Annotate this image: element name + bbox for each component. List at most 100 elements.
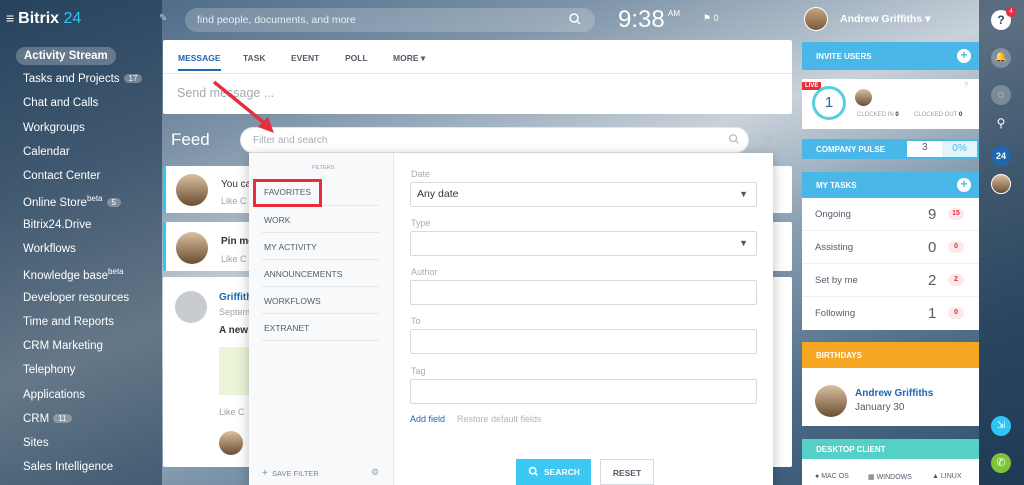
bell-icon[interactable]: 🔔 — [991, 48, 1011, 68]
edit-icon[interactable]: ✎ — [159, 13, 167, 24]
divider — [163, 73, 792, 74]
birthday-date: January 30 — [855, 402, 905, 413]
like-link[interactable]: Like C — [219, 407, 245, 417]
search-icon[interactable] — [568, 12, 582, 26]
divider — [802, 296, 979, 297]
user-avatar[interactable] — [804, 7, 828, 31]
tab-event[interactable]: EVENT — [291, 53, 319, 63]
tag-field[interactable] — [410, 379, 757, 404]
filters-header: FILTERS — [312, 165, 335, 171]
apple-icon: ● — [815, 473, 820, 480]
sidebar-item-crm-marketing[interactable]: CRM Marketing — [23, 340, 103, 352]
task-badge: 15 — [948, 208, 964, 220]
linux-link[interactable]: ▲ LINUX — [932, 473, 962, 480]
help-badge: 4 — [1006, 7, 1016, 17]
search-input[interactable]: find people, documents, and more — [185, 8, 595, 32]
logo[interactable]: ≡ Bitrix 24 — [6, 10, 81, 28]
preset-my-activity[interactable]: MY ACTIVITY — [264, 242, 317, 252]
gear-icon[interactable]: ⚙ — [371, 467, 379, 478]
like-link[interactable]: Like C — [221, 254, 247, 264]
sidebar-item-sites[interactable]: Sites — [23, 437, 49, 449]
sidebar-item-sales-intelligence[interactable]: Sales Intelligence — [23, 461, 113, 473]
contact-avatar[interactable] — [991, 174, 1011, 194]
my-tasks-bar[interactable]: MY TASKS — [802, 172, 979, 198]
filter-search-input[interactable]: Filter and search — [240, 127, 749, 153]
mac-os-link[interactable]: ● MAC OS — [815, 473, 849, 480]
search-icon — [528, 466, 538, 476]
sidebar-item-workflows[interactable]: Workflows — [23, 243, 76, 255]
to-field[interactable] — [410, 329, 757, 354]
date-select[interactable]: Any date ▼ — [410, 182, 757, 207]
tab-more[interactable]: MORE ▾ — [393, 53, 425, 64]
chevron-down-icon: ▼ — [739, 238, 748, 248]
sidebar-item-online-store[interactable]: Online Storebeta 5 — [23, 194, 121, 209]
birthday-name[interactable]: Andrew Griffiths — [855, 388, 933, 399]
clock-counter[interactable]: 1 — [812, 86, 846, 120]
sidebar-item-tasks[interactable]: Tasks and Projects 17 — [23, 73, 143, 85]
save-filter-button[interactable]: + SAVE FILTER — [262, 468, 319, 479]
sidebar-item-time-reports[interactable]: Time and Reports — [23, 316, 114, 328]
tab-poll[interactable]: POLL — [345, 53, 368, 63]
sidebar-item-chat[interactable]: Chat and Calls — [23, 97, 98, 109]
task-count: 9 — [928, 206, 937, 223]
avatar — [855, 89, 872, 106]
sidebar-item-drive[interactable]: Bitrix24.Drive — [23, 219, 91, 231]
chat-icon[interactable]: ◌ — [991, 85, 1011, 105]
avatar — [176, 232, 208, 264]
preset-announcements[interactable]: ANNOUNCEMENTS — [264, 269, 342, 279]
flag-icon: ⚑ — [703, 13, 712, 23]
task-set-by-me[interactable]: Set by me — [815, 275, 858, 286]
clock-ampm: AM — [668, 9, 680, 18]
preset-workflows[interactable]: WORKFLOWS — [264, 296, 321, 306]
divider — [262, 259, 379, 260]
phone-icon[interactable]: ✆ — [991, 453, 1011, 473]
tab-task[interactable]: TASK — [243, 53, 266, 63]
windows-link[interactable]: ▦ WINDOWS — [868, 473, 912, 481]
post-author[interactable]: Griffith — [219, 292, 252, 303]
reset-button[interactable]: RESET — [600, 459, 654, 485]
tab-message[interactable]: MESSAGE — [178, 53, 221, 71]
sidebar-item-knowledge-base[interactable]: Knowledge basebeta — [23, 267, 124, 282]
flag-counter[interactable]: ⚑ 0 — [703, 13, 719, 24]
search-icon[interactable] — [728, 133, 740, 145]
sidebar-item-crm[interactable]: CRM 11 — [23, 413, 72, 425]
sidebar-item-contact-center[interactable]: Contact Center — [23, 170, 100, 182]
restore-fields-link[interactable]: Restore default fields — [457, 414, 542, 424]
preset-work[interactable]: WORK — [264, 215, 290, 225]
help-icon[interactable]: ? — [964, 82, 968, 89]
task-count: 1 — [928, 305, 937, 322]
divider — [262, 286, 379, 287]
task-ongoing[interactable]: Ongoing — [815, 209, 851, 220]
like-link[interactable]: Like C — [221, 196, 247, 206]
date-label: Date — [411, 169, 431, 179]
add-field-link[interactable]: Add field — [410, 414, 445, 424]
preset-extranet[interactable]: EXTRANET — [264, 323, 309, 333]
add-icon[interactable]: + — [957, 49, 971, 63]
task-badge: 0 — [948, 307, 964, 319]
type-select[interactable]: ▼ — [410, 231, 757, 256]
linux-icon: ▲ — [932, 473, 939, 480]
bitrix-icon[interactable]: 24 — [991, 146, 1011, 166]
author-field[interactable] — [410, 280, 757, 305]
sidebar-item-applications[interactable]: Applications — [23, 389, 85, 401]
task-following[interactable]: Following — [815, 308, 855, 319]
sidebar-item-workgroups[interactable]: Workgroups — [23, 122, 85, 134]
gear-icon[interactable]: ⚙ — [764, 133, 774, 146]
annotation-arrow — [212, 80, 274, 133]
feed-title: Feed — [171, 130, 210, 149]
search-rail-icon[interactable]: ⚲ — [991, 113, 1011, 133]
divider — [802, 263, 979, 264]
pulse-percent: 0% — [942, 141, 977, 157]
task-assisting[interactable]: Assisting — [815, 242, 853, 253]
exit-icon[interactable]: ⇲ — [991, 416, 1011, 436]
sidebar-item-calendar[interactable]: Calendar — [23, 146, 70, 158]
user-menu[interactable]: Andrew Griffiths ▾ — [840, 13, 930, 25]
add-icon[interactable]: + — [957, 178, 971, 192]
sidebar-item-developer-resources[interactable]: Developer resources — [23, 292, 129, 304]
invite-users-bar[interactable]: INVITE USERS — [802, 42, 979, 70]
menu-icon[interactable]: ≡ — [6, 10, 14, 26]
clock-time: 9:38 — [618, 6, 665, 33]
sidebar-item-telephony[interactable]: Telephony — [23, 364, 75, 376]
sidebar-item-activity-stream[interactable]: Activity Stream — [16, 47, 116, 65]
task-badge: 0 — [948, 241, 964, 253]
